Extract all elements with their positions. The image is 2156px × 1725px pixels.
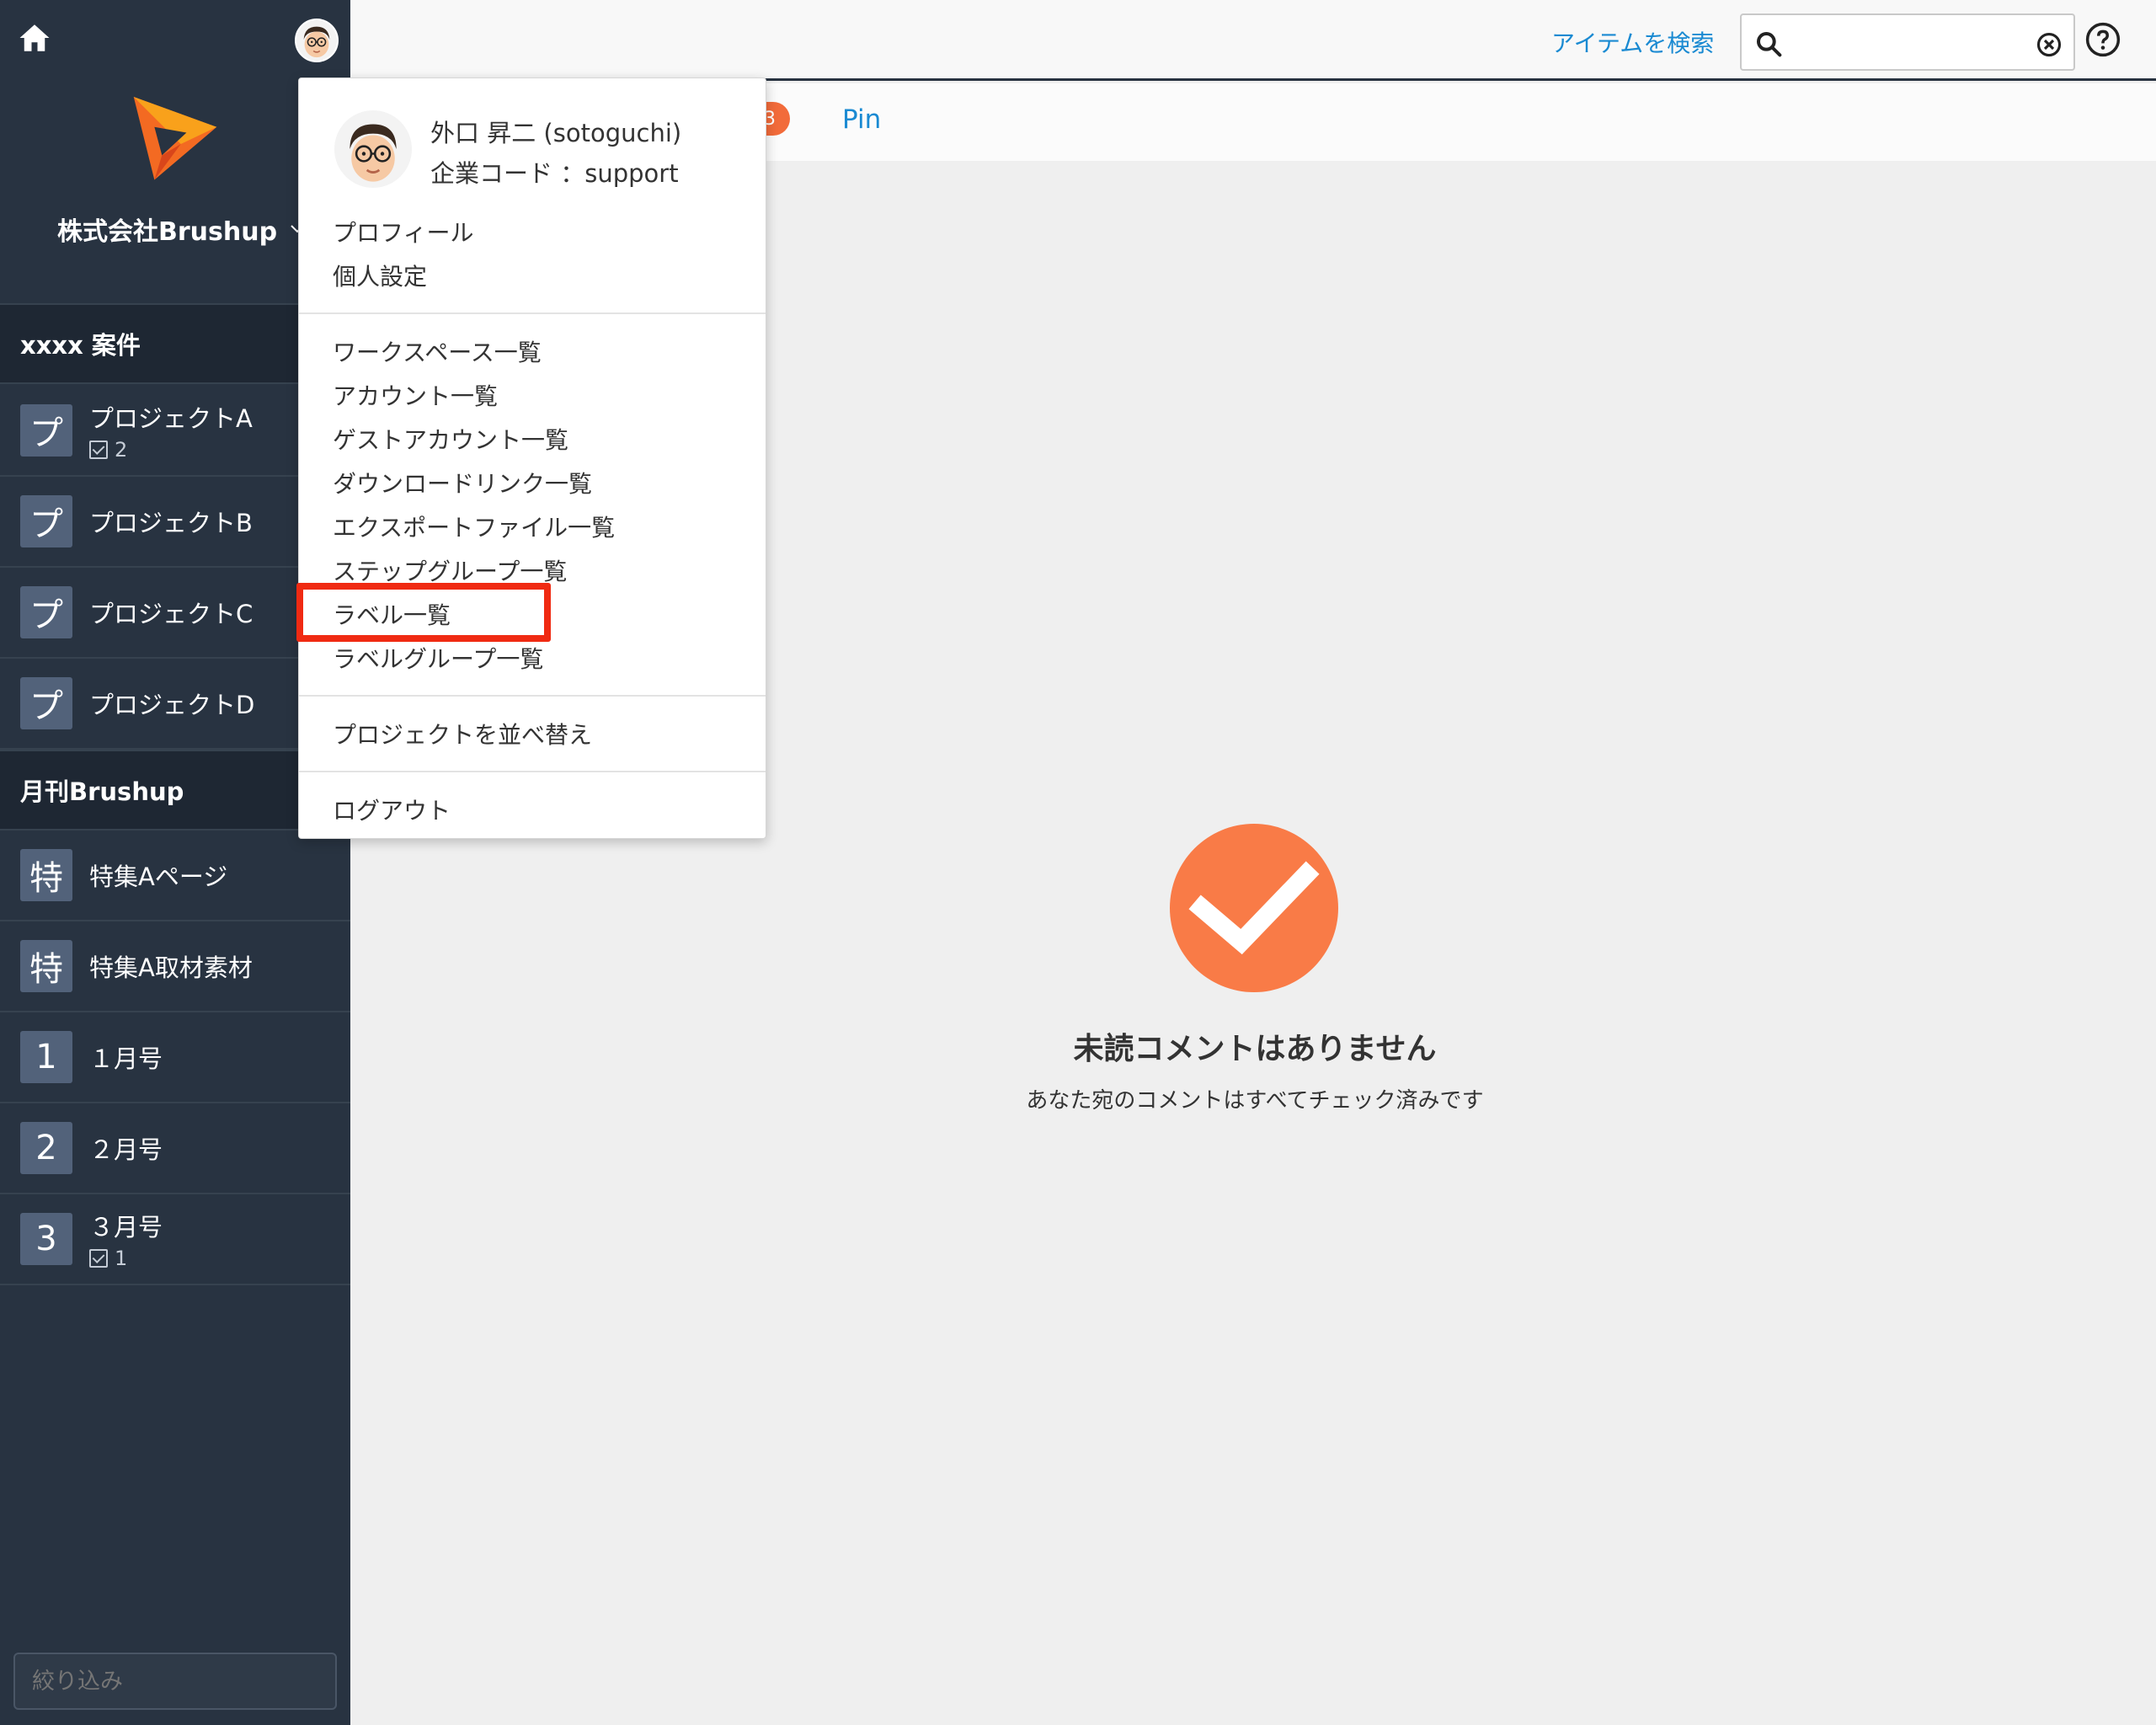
menu-item-export-files[interactable]: エクスポートファイル一覧 [333,510,615,543]
menu-item-download-links[interactable]: ダウンロードリンク一覧 [333,466,592,499]
sidebar-item-label: １月号 [89,1044,163,1073]
sidebar-item-label: プロジェクトB [89,509,253,537]
tab-pin[interactable]: Pin [842,104,881,135]
check-circle-icon [1170,824,1338,992]
menu-avatar [334,110,412,188]
sidebar-item-january[interactable]: 1 １月号 [0,1012,350,1103]
sidebar-item-march[interactable]: 3 ３月号 1 [0,1194,350,1285]
menu-divider [299,312,766,314]
menu-item-profile[interactable]: プロフィール [333,215,473,248]
empty-state-title: 未読コメントはありません [1073,1032,1437,1066]
menu-item-accounts[interactable]: アカウント一覧 [333,378,498,412]
menu-item-logout[interactable]: ログアウト [333,793,451,826]
menu-divider [299,771,766,772]
avatar-face-icon [334,110,412,188]
sidebar-item-label: ３月号 [89,1213,163,1242]
sidebar-item-label: プロジェクトA [89,404,253,433]
menu-item-sort-projects[interactable]: プロジェクトを並べ替え [333,717,592,750]
home-icon[interactable] [17,20,52,56]
project-badge: 1 [20,1031,72,1083]
empty-state-subtitle: あなた宛のコメントはすべてチェック済みです [1026,1088,1484,1114]
project-badge: 特 [20,849,72,901]
project-badge: プ [20,404,72,457]
project-badge: 特 [20,940,72,992]
search-input[interactable] [1740,13,2075,71]
sidebar-item-label: プロジェクトD [89,691,255,719]
menu-item-personal-settings[interactable]: 個人設定 [333,259,427,292]
help-icon[interactable] [2085,22,2121,57]
highlight-box [296,583,551,642]
project-badge: プ [20,495,72,547]
company-selector[interactable]: 株式会社Brushup [57,211,306,248]
brushup-logo-icon [133,96,217,180]
filter-input[interactable] [13,1653,337,1710]
task-count-value: 1 [115,1247,128,1270]
menu-item-workspaces[interactable]: ワークスペース一覧 [333,334,542,368]
menu-item-label-groups[interactable]: ラベルグループ一覧 [333,641,543,675]
project-badge: プ [20,586,72,638]
sidebar-item-feature-a-material[interactable]: 特 特集A取材素材 [0,921,350,1012]
sidebar-item-label: ２月号 [89,1135,163,1164]
checkmark-icon [1188,861,1320,955]
user-name: 外口 昇二 (sotoguchi) [430,119,682,147]
sidebar-item-label: 特集Aページ [89,862,228,891]
menu-divider [299,695,766,697]
task-count-value: 2 [115,438,128,462]
company-code: 企業コード ：support [430,159,679,188]
sidebar-item-february[interactable]: 2 ２月号 [0,1103,350,1194]
sidebar-item-label: プロジェクトC [89,600,253,628]
menu-item-guest-accounts[interactable]: ゲストアカウント一覧 [333,422,568,456]
task-count: 2 [89,438,253,462]
task-count: 1 [89,1247,163,1270]
project-badge: 2 [20,1122,72,1174]
sidebar-section-title: xxxx 案件 [20,331,141,360]
sidebar-item-feature-a-page[interactable]: 特 特集Aページ [0,830,350,921]
item-search-link[interactable]: アイテムを検索 [1551,25,1714,59]
checkbox-icon [89,1249,108,1268]
user-avatar-button[interactable] [295,19,339,62]
clear-icon[interactable] [2036,32,2062,57]
sidebar-item-label: 特集A取材素材 [89,953,253,982]
user-menu: 外口 昇二 (sotoguchi) 企業コード ：support プロフィール … [298,77,766,839]
checkbox-icon [89,441,108,459]
project-badge: 3 [20,1213,72,1265]
avatar-face-icon [296,20,337,61]
menu-item-step-groups[interactable]: ステップグループ一覧 [333,553,567,587]
project-badge: プ [20,677,72,729]
search-icon [1757,32,1782,57]
company-name: 株式会社Brushup [57,217,278,247]
sidebar-section-title: 月刊Brushup [20,777,184,806]
